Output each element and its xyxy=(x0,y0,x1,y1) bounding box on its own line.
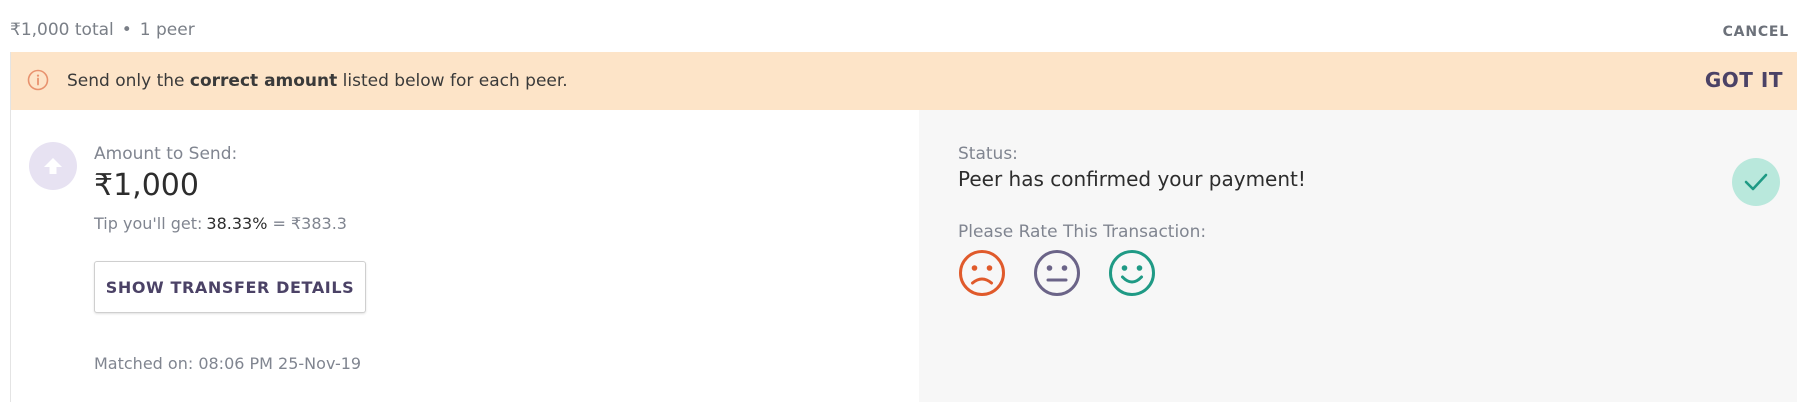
matched-on-timestamp: Matched on: 08:06 PM 25-Nov-19 xyxy=(94,354,362,373)
cancel-button[interactable]: CANCEL xyxy=(1723,24,1789,40)
warning-banner: Send only the correct amount listed belo… xyxy=(11,52,1797,110)
happy-face-icon[interactable] xyxy=(1108,249,1156,297)
amount-value: ₹1,000 xyxy=(94,168,199,203)
warning-text-emphasis: correct amount xyxy=(189,71,338,91)
show-transfer-details-button[interactable]: SHOW TRANSFER DETAILS xyxy=(94,261,366,313)
warning-text-suffix: listed below for each peer. xyxy=(337,71,568,91)
upload-arrow-icon xyxy=(29,142,77,190)
status-label: Status: xyxy=(958,144,1018,164)
transaction-card: Send only the correct amount listed belo… xyxy=(10,52,1797,402)
tip-info: Tip you'll get: 38.33% = ₹383.3 xyxy=(94,214,347,233)
status-value: Peer has confirmed your payment! xyxy=(958,167,1306,191)
warning-text-prefix: Send only the xyxy=(67,71,190,91)
warning-message: Send only the correct amount listed belo… xyxy=(67,71,568,91)
tip-label: Tip you'll get: xyxy=(94,214,203,233)
status-panel: Status: Peer has confirmed your payment!… xyxy=(919,110,1797,402)
total-amount: ₹1,000 total xyxy=(10,20,114,40)
amount-label: Amount to Send: xyxy=(94,144,238,164)
sad-face-icon[interactable] xyxy=(958,249,1006,297)
info-icon xyxy=(27,69,49,91)
top-bar: ₹1,000 total • 1 peer CANCEL xyxy=(0,0,1798,52)
neutral-face-icon[interactable] xyxy=(1033,249,1081,297)
checkmark-icon xyxy=(1732,158,1780,206)
got-it-button[interactable]: GOT IT xyxy=(1705,68,1783,92)
separator-dot: • xyxy=(121,20,132,40)
tip-amount: = ₹383.3 xyxy=(267,214,347,233)
order-summary: ₹1,000 total • 1 peer xyxy=(10,20,195,40)
peer-count: 1 peer xyxy=(139,20,195,40)
tip-percent: 38.33% xyxy=(206,214,268,233)
rate-label: Please Rate This Transaction: xyxy=(958,222,1207,242)
send-panel: Amount to Send: ₹1,000 Tip you'll get: 38… xyxy=(11,110,919,402)
